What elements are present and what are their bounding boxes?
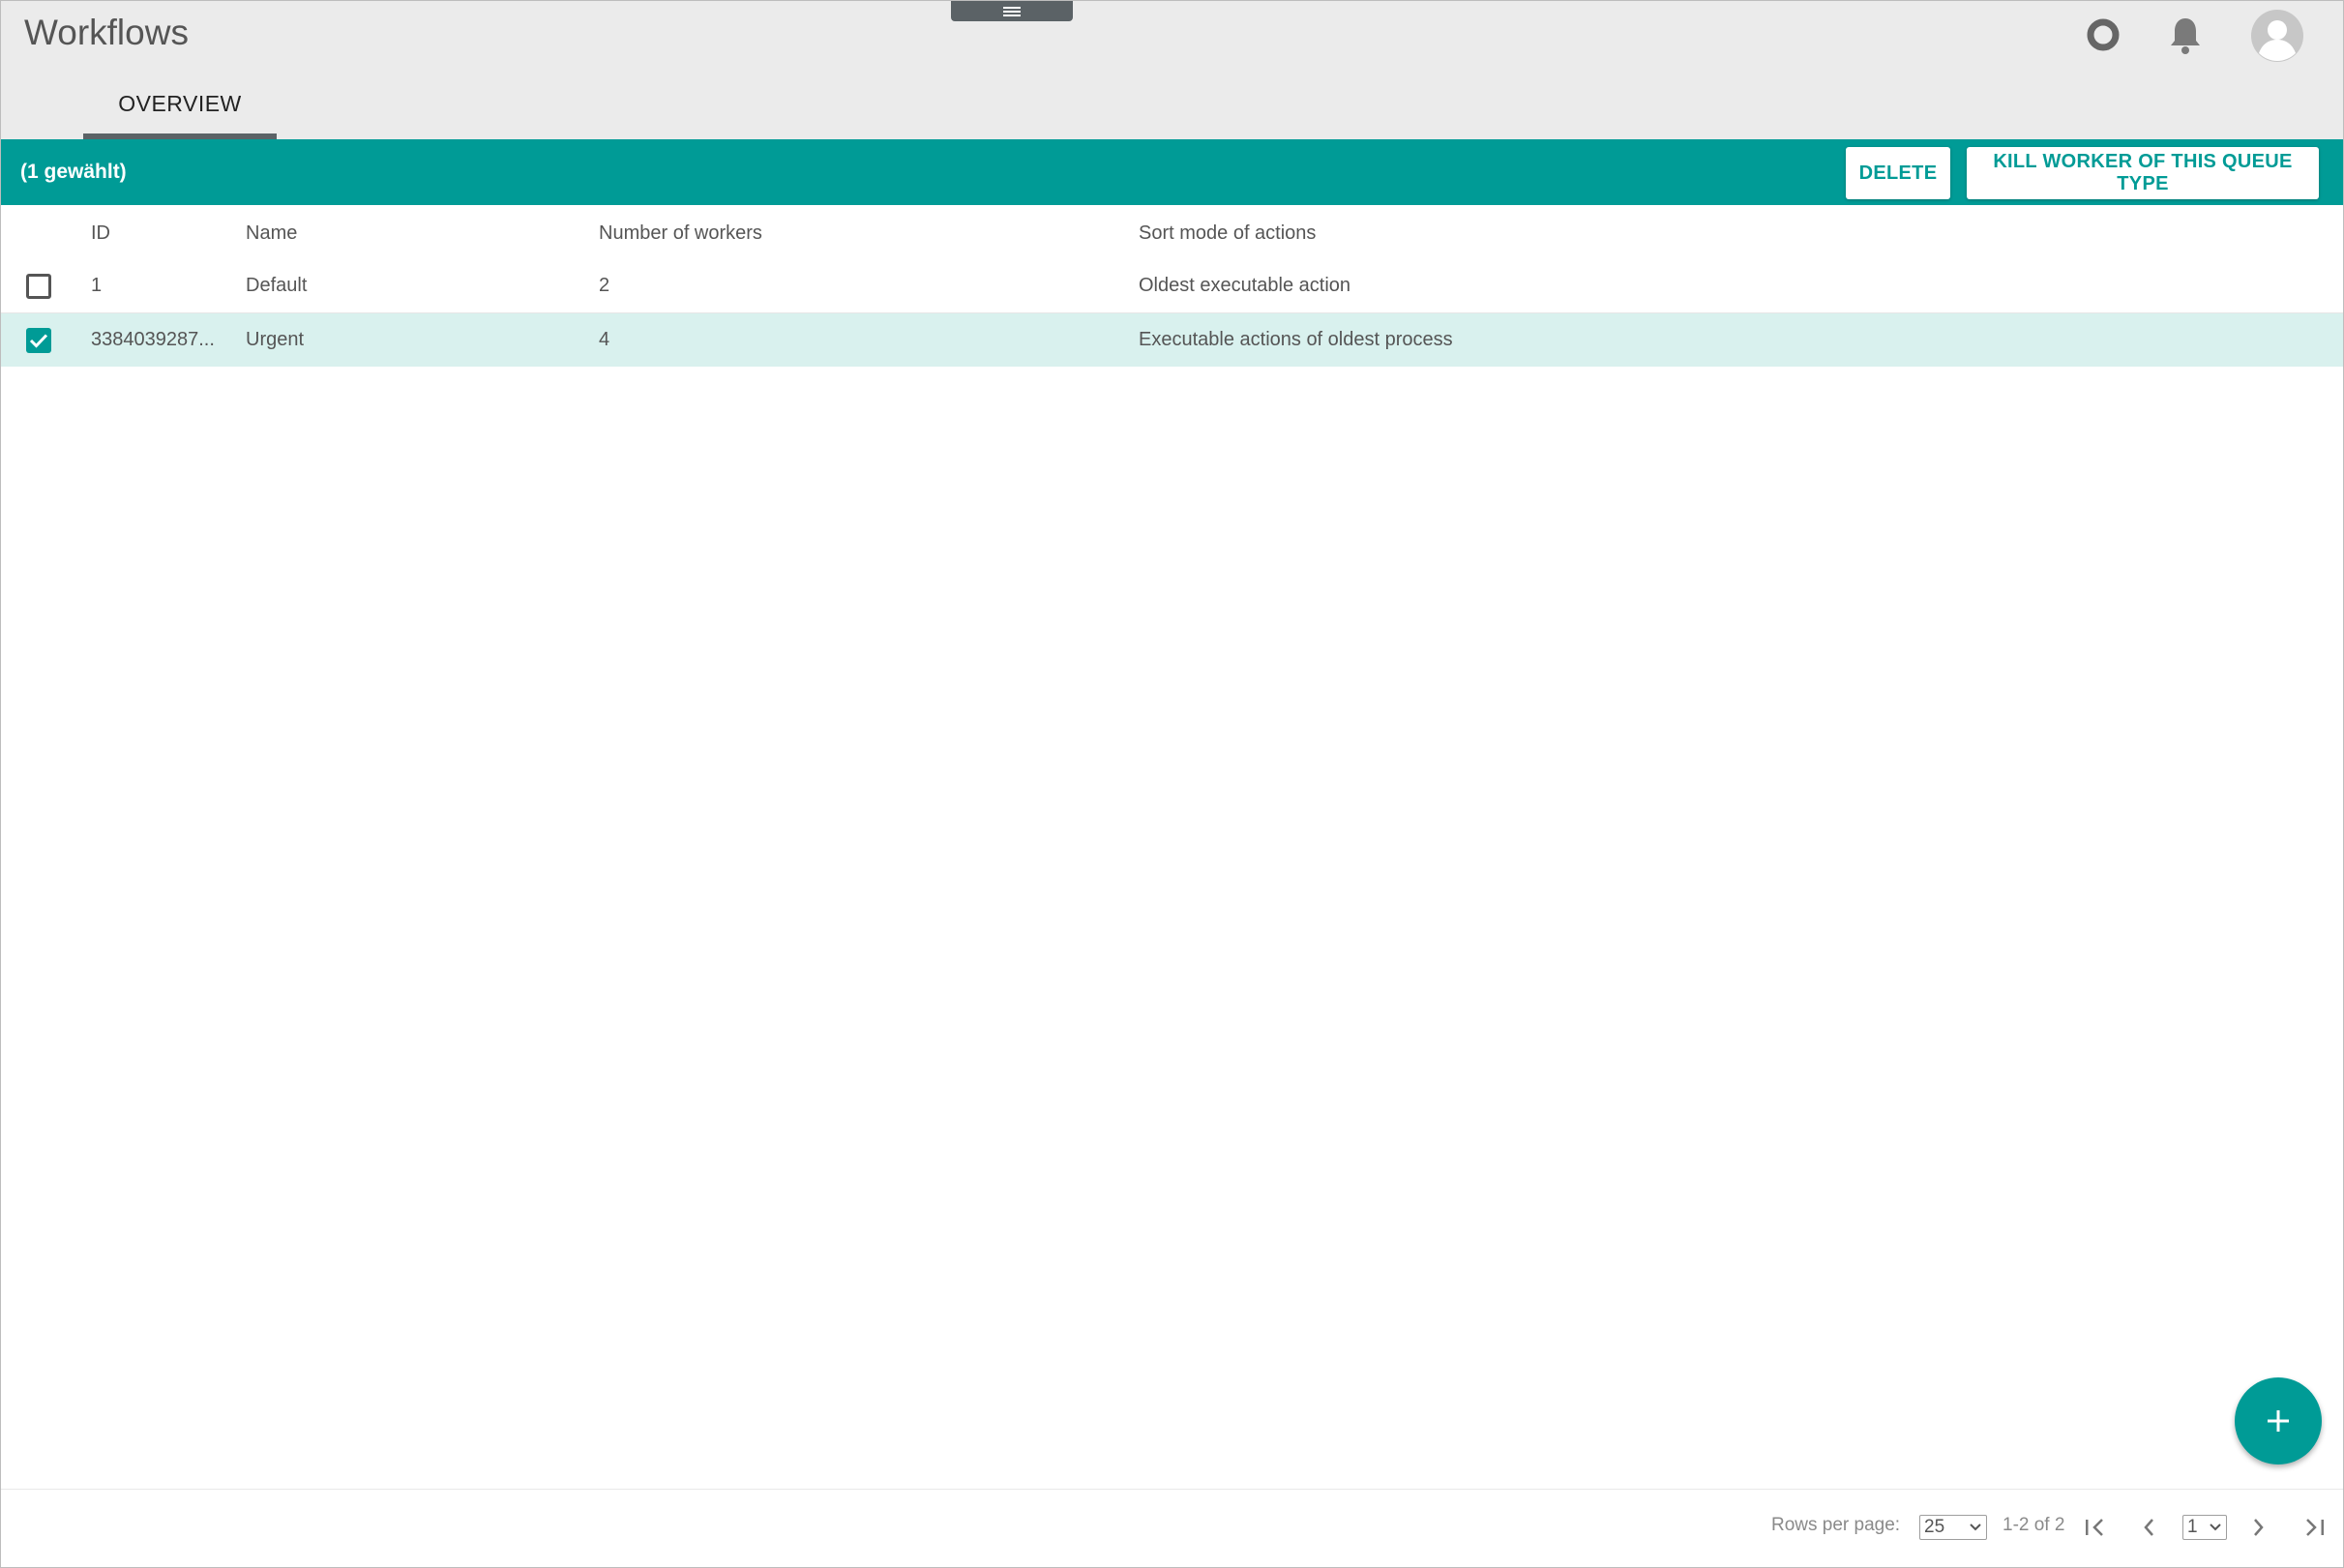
column-header-name[interactable]: Name (246, 222, 297, 245)
column-header-id[interactable]: ID (91, 222, 110, 245)
previous-page-icon[interactable] (2139, 1516, 2160, 1539)
table-row[interactable]: 3384039287... Urgent 4 Executable action… (1, 313, 2343, 367)
header: Workflows OVERVIEW (1, 1, 2343, 139)
menu-toggle-button[interactable] (951, 1, 1073, 21)
row-checkbox[interactable] (26, 274, 51, 299)
plus-icon (2268, 1410, 2289, 1432)
cell-sort-mode: Oldest executable action (1139, 275, 1351, 296)
avatar-icon[interactable] (2250, 9, 2304, 63)
chevron-down-icon (1970, 1524, 1981, 1531)
table-row[interactable]: 1 Default 2 Oldest executable action (1, 259, 2343, 312)
page-select-value: 1 (2187, 1517, 2198, 1537)
chevron-down-icon (2210, 1524, 2221, 1531)
page-select[interactable]: 1 (2182, 1515, 2227, 1540)
tab-overview[interactable]: OVERVIEW (83, 81, 277, 139)
cell-id: 3384039287... (91, 329, 215, 350)
cell-sort-mode: Executable actions of oldest process (1139, 329, 1453, 350)
footer-divider (1, 1489, 2343, 1490)
page-title: Workflows (24, 13, 189, 52)
app-window: Workflows OVERVIEW (1 gewählt) DELETE KI… (0, 0, 2344, 1568)
tab-overview-label: OVERVIEW (118, 91, 242, 116)
rows-per-page-label: Rows per page: (1771, 1515, 1901, 1535)
rows-per-page-select[interactable]: 25 (1919, 1515, 1987, 1540)
row-checkbox[interactable] (26, 328, 51, 353)
column-header-sort-mode[interactable]: Sort mode of actions (1139, 222, 1316, 245)
cell-name: Urgent (246, 329, 305, 350)
cell-name: Default (246, 275, 308, 296)
rows-per-page-value: 25 (1924, 1517, 1945, 1537)
cell-id: 1 (91, 275, 103, 296)
column-header-workers[interactable]: Number of workers (599, 222, 762, 245)
status-circle-icon[interactable] (2086, 17, 2121, 52)
delete-button[interactable]: DELETE (1846, 147, 1950, 199)
cell-workers: 2 (599, 275, 610, 296)
selection-action-bar: (1 gewählt) DELETE KILL WORKER OF THIS Q… (1, 139, 2343, 205)
checkmark-icon (29, 334, 48, 348)
add-button[interactable] (2235, 1377, 2322, 1464)
first-page-icon[interactable] (2083, 1516, 2108, 1539)
hamburger-icon (1003, 6, 1021, 16)
cell-workers: 4 (599, 329, 610, 350)
selected-count: (1 gewählt) (20, 161, 127, 183)
kill-worker-button[interactable]: KILL WORKER OF THIS QUEUE TYPE (1967, 147, 2319, 199)
next-page-icon[interactable] (2247, 1516, 2269, 1539)
page-range-text: 1-2 of 2 (2003, 1515, 2065, 1535)
last-page-icon[interactable] (2301, 1516, 2327, 1539)
bell-icon[interactable] (2168, 15, 2203, 56)
